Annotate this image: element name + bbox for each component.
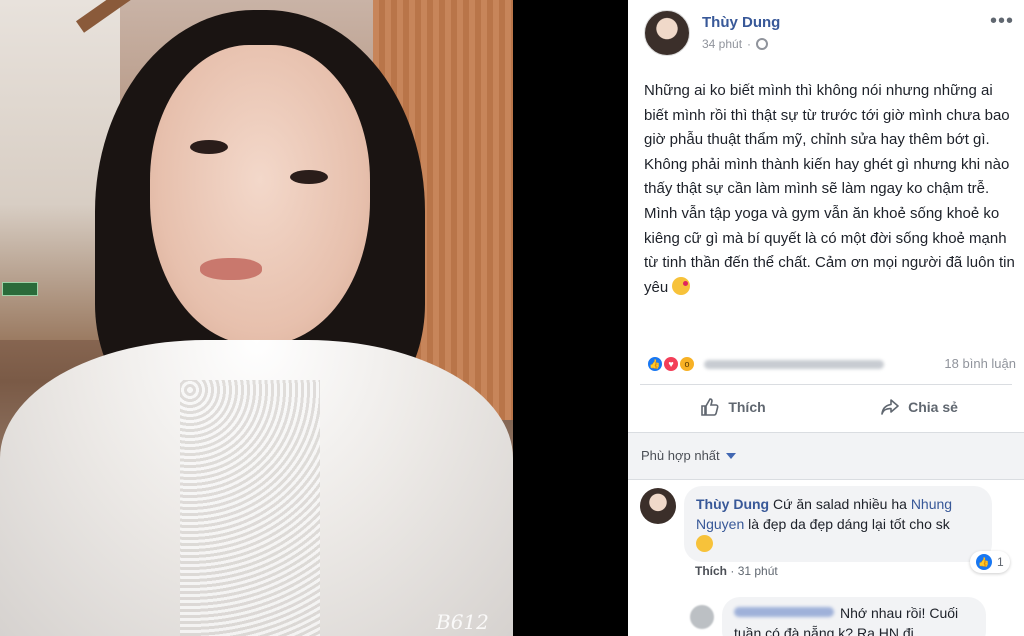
caret-down-icon	[725, 452, 736, 459]
post-time[interactable]: 34 phút	[702, 37, 742, 51]
filter-label: Phù hợp nhất	[641, 448, 720, 463]
comment-like-link[interactable]: Thích	[695, 564, 727, 578]
thumbs-up-icon	[701, 398, 719, 416]
comment-time[interactable]: 31 phút	[738, 564, 778, 578]
more-options-icon[interactable]: •••	[990, 10, 1014, 33]
like-button-label: Thích	[728, 399, 766, 415]
comment-like-badge[interactable]: 👍 1	[970, 551, 1010, 573]
comment-text-part-1: Cứ ăn salad nhiều ha	[769, 496, 911, 512]
subject-left-eye	[190, 140, 228, 154]
reply-bubble: Nhớ nhau rồi! Cuối tuần có đà nẵng k? Ra…	[722, 597, 986, 636]
post-header: Thùy Dung 34 phút · •••	[644, 10, 1014, 56]
share-button[interactable]: Chia sẻ	[826, 385, 1012, 429]
post-body: Những ai ko biết mình thì không nói nhưn…	[644, 82, 1015, 296]
photo-viewer: B612	[0, 0, 628, 636]
exit-sign	[2, 282, 38, 296]
post-photo[interactable]: B612	[0, 0, 513, 636]
comments-filter-bar: Phù hợp nhất	[628, 432, 1024, 480]
comment-author[interactable]: Thùy Dung	[696, 496, 769, 512]
replier-name-blurred[interactable]	[734, 607, 834, 617]
blouse-lace	[180, 380, 320, 636]
commenter-avatar[interactable]	[640, 488, 676, 524]
like-reaction-icon: 👍	[976, 554, 992, 570]
subject-face	[150, 45, 370, 345]
subject-lips	[200, 258, 262, 280]
post-actions: Thích Chia sẻ	[640, 385, 1012, 429]
share-arrow-icon	[881, 399, 899, 415]
relieved-face-emoji-icon	[696, 535, 713, 552]
subject-right-eye	[290, 170, 328, 184]
comment-text-part-2: là đẹp da đẹp dáng lại tốt cho sk	[744, 516, 950, 532]
post-text: Những ai ko biết mình thì không nói nhưn…	[644, 79, 1019, 300]
kissing-face-emoji-icon	[672, 276, 691, 295]
comment-like-count: 1	[997, 555, 1004, 569]
post-meta: 34 phút ·	[702, 37, 769, 51]
reactions-bar[interactable]: 👍 ♥ o 18 bình luận	[646, 353, 1016, 375]
replier-avatar-blurred[interactable]	[690, 605, 714, 629]
app-watermark: B612	[436, 610, 489, 634]
author-avatar[interactable]	[644, 10, 690, 56]
like-button[interactable]: Thích	[640, 385, 826, 429]
post-panel: Thùy Dung 34 phút · ••• Những ai ko biết…	[628, 0, 1024, 636]
reaction-names-blurred	[704, 359, 884, 369]
separator: ·	[747, 37, 752, 51]
comment-actions: Thích · 31 phút	[695, 564, 778, 578]
wow-reaction-icon: o	[678, 355, 696, 373]
comment-bubble: Thùy Dung Cứ ăn salad nhiều ha Nhung Ngu…	[684, 486, 992, 562]
globe-icon	[756, 38, 769, 50]
separator: ·	[730, 564, 738, 578]
author-name[interactable]: Thùy Dung	[702, 14, 780, 31]
share-button-label: Chia sẻ	[908, 399, 958, 415]
comments-filter-dropdown[interactable]: Phù hợp nhất	[641, 448, 736, 463]
comments-count[interactable]: 18 bình luận	[944, 356, 1016, 371]
